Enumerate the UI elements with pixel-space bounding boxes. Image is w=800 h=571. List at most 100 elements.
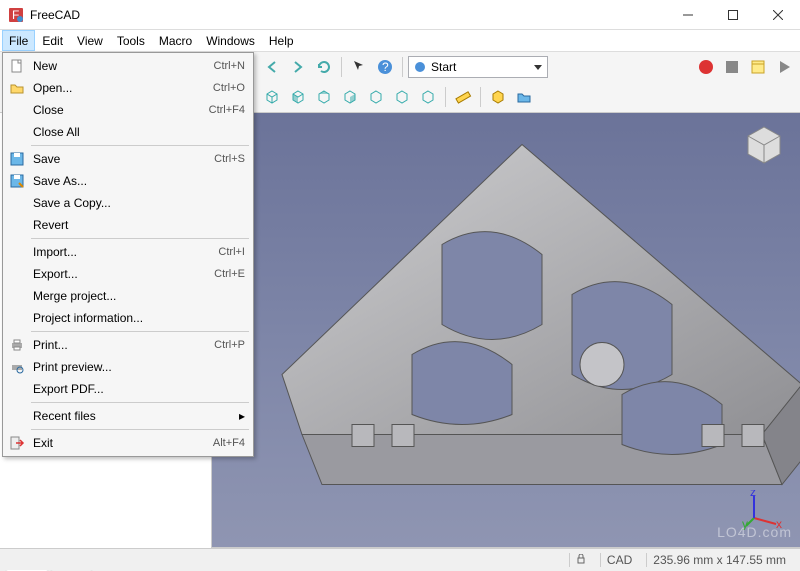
menu-item-save-as[interactable]: Save As... [5,170,251,192]
save-icon [7,150,27,168]
blank-icon [7,407,27,425]
menu-item-shortcut: Ctrl+E [214,268,245,280]
menu-item-label: Close [33,103,209,117]
menu-item-exit[interactable]: ExitAlt+F4 [5,432,251,454]
view-rear-button[interactable] [364,85,388,109]
menu-item-merge-project[interactable]: Merge project... [5,285,251,307]
menu-item-label: Close All [33,125,245,139]
status-bar: CAD 235.96 mm x 147.55 mm [0,548,800,570]
menu-item-shortcut: Ctrl+S [214,153,245,165]
menu-item-label: Revert [33,218,245,232]
menu-item-close-all[interactable]: Close All [5,121,251,143]
blank-icon [7,101,27,119]
measure-button[interactable] [451,85,475,109]
macro-play-button[interactable] [772,55,796,79]
print-icon [7,336,27,354]
menu-item-label: Open... [33,81,213,95]
svg-text:?: ? [382,60,389,74]
close-button[interactable] [755,0,800,30]
menu-file[interactable]: File [2,30,35,51]
part-button[interactable] [486,85,510,109]
minimize-button[interactable] [665,0,710,30]
view-left-button[interactable] [416,85,440,109]
menu-item-label: Print preview... [33,360,245,374]
macro-record-button[interactable] [694,55,718,79]
menu-item-export-pdf[interactable]: Export PDF... [5,378,251,400]
view-right-button[interactable] [338,85,362,109]
saveas-icon [7,172,27,190]
menu-item-revert[interactable]: Revert [5,214,251,236]
menu-item-recent-files[interactable]: Recent files ▸ [5,405,251,427]
menu-item-shortcut: Ctrl+N [214,60,245,72]
menu-separator [31,238,249,239]
blank-icon [7,123,27,141]
view-bottom-button[interactable] [390,85,414,109]
view-top-button[interactable] [312,85,336,109]
menu-item-label: Export... [33,267,214,281]
menu-item-print[interactable]: Print...Ctrl+P [5,334,251,356]
menu-item-shortcut: Ctrl+F4 [209,104,245,116]
menu-item-shortcut: Ctrl+I [218,246,245,258]
menu-item-save-a-copy[interactable]: Save a Copy... [5,192,251,214]
menu-view[interactable]: View [70,30,110,51]
macro-edit-button[interactable] [746,55,770,79]
cursor-button[interactable] [347,55,371,79]
menu-item-label: Project information... [33,311,245,325]
menu-windows[interactable]: Windows [199,30,262,51]
lock-icon[interactable] [569,553,592,567]
menu-item-label: Recent files [33,409,233,423]
menu-edit[interactable]: Edit [35,30,70,51]
nav-back-button[interactable] [260,55,284,79]
blank-icon [7,216,27,234]
submenu-arrow-icon: ▸ [239,409,245,423]
app-icon: F [8,7,24,23]
menu-separator [31,331,249,332]
blank-icon [7,309,27,327]
menu-item-shortcut: Alt+F4 [213,437,245,449]
menu-separator [31,402,249,403]
svg-text:z: z [750,490,756,499]
menu-item-shortcut: Ctrl+O [213,82,245,94]
menu-item-label: Import... [33,245,218,259]
view-iso-button[interactable] [260,85,284,109]
menu-tools[interactable]: Tools [110,30,152,51]
watermark: LO4D.com [717,524,792,540]
menu-item-export[interactable]: Export...Ctrl+E [5,263,251,285]
menu-item-close[interactable]: CloseCtrl+F4 [5,99,251,121]
menu-item-import[interactable]: Import...Ctrl+I [5,241,251,263]
title-bar: F FreeCAD [0,0,800,30]
nav-forward-button[interactable] [286,55,310,79]
blank-icon [7,265,27,283]
menu-item-label: Exit [33,436,213,450]
menu-item-print-preview[interactable]: Print preview... [5,356,251,378]
workbench-selector[interactable]: Start [408,56,548,78]
exit-icon [7,434,27,452]
menu-item-label: Export PDF... [33,382,245,396]
blank-icon [7,194,27,212]
menu-item-open[interactable]: Open...Ctrl+O [5,77,251,99]
menu-item-label: Save [33,152,214,166]
group-button[interactable] [512,85,536,109]
blank-icon [7,287,27,305]
model-render [212,113,800,570]
menu-item-project-information[interactable]: Project information... [5,307,251,329]
menu-item-shortcut: Ctrl+P [214,339,245,351]
menu-item-label: New [33,59,214,73]
menu-macro[interactable]: Macro [152,30,199,51]
menu-item-save[interactable]: SaveCtrl+S [5,148,251,170]
blank-icon [7,380,27,398]
nav-mode[interactable]: CAD [600,553,638,567]
macro-stop-button[interactable] [720,55,744,79]
menu-separator [31,145,249,146]
menu-help[interactable]: Help [262,30,301,51]
navigation-cube[interactable] [740,121,788,169]
window-title: FreeCAD [30,8,665,22]
menu-item-new[interactable]: NewCtrl+N [5,55,251,77]
menu-item-label: Save As... [33,174,245,188]
3d-viewport[interactable]: x y z [212,113,800,570]
maximize-button[interactable] [710,0,755,30]
view-front-button[interactable] [286,85,310,109]
menu-separator [31,429,249,430]
refresh-button[interactable] [312,55,336,79]
whats-this-button[interactable]: ? [373,55,397,79]
